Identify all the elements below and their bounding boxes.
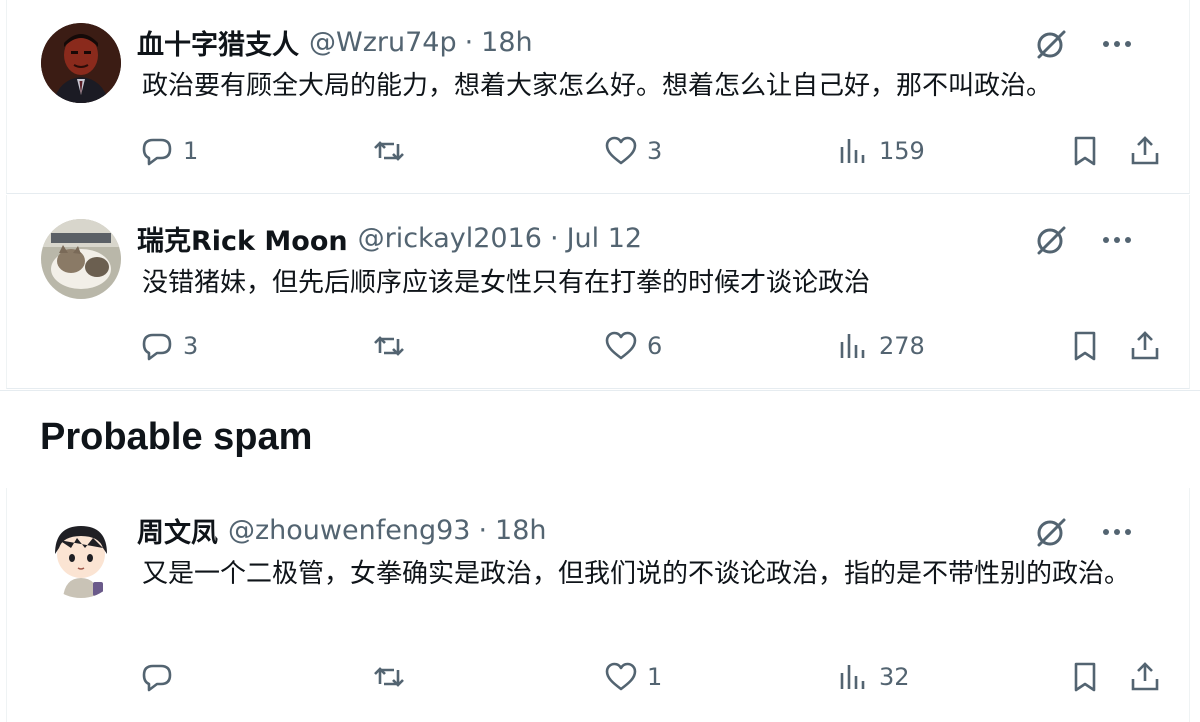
display-name[interactable]: 瑞克Rick Moon (137, 219, 348, 258)
retweet-icon (374, 141, 404, 161)
separator-dot: · (549, 222, 559, 254)
timestamp[interactable]: Jul 12 (567, 223, 643, 254)
tweet-text: 没错猪妹，但先后顺序应该是女性只有在打拳的时候才谈论政治 (142, 268, 871, 298)
share-icon (1131, 331, 1159, 360)
reply-count: 1 (183, 137, 199, 165)
grok-icon[interactable] (1033, 26, 1069, 62)
grok-icon[interactable] (1033, 222, 1069, 258)
views-icon (840, 139, 865, 163)
tweet-1[interactable]: 血十字猎支人 @Wzru74p · 18h 政治要有顾全大局的能力，想着大家怎么… (6, 0, 1190, 194)
separator-dot: · (464, 26, 474, 58)
probable-spam-heading: Probable spam (40, 416, 313, 458)
tweet-actions: 3 6 278 (137, 326, 1159, 366)
tweet-text: 又是一个二极管，女拳确实是政治，但我们说的不谈论政治，指的是不带性别的政治。 (142, 559, 1131, 589)
views-button[interactable]: 159 (835, 131, 925, 171)
handle[interactable]: @zhouwenfeng93 (228, 515, 470, 546)
reply-button[interactable]: 1 (139, 131, 198, 171)
tweet-header: 周文凤 @zhouwenfeng93 · 18h (137, 510, 1159, 550)
like-button[interactable]: 1 (603, 657, 662, 697)
bookmark-icon (1074, 136, 1096, 166)
view-count: 32 (879, 663, 910, 691)
reply-button[interactable]: 3 (139, 326, 198, 366)
tweet-actions: 1 32 (137, 657, 1159, 697)
handle[interactable]: @rickayl2016 (358, 223, 542, 254)
section-divider (0, 390, 1200, 391)
retweet-icon (374, 667, 404, 687)
views-icon (840, 665, 865, 689)
avatar-cartoon-boy-icon (41, 518, 121, 598)
reply-icon (142, 664, 172, 692)
avatar-dark-portrait-icon (41, 23, 121, 103)
view-count: 278 (879, 332, 925, 360)
bookmark-icon (1074, 662, 1096, 692)
like-icon (605, 662, 637, 691)
reply-count: 3 (183, 332, 199, 360)
like-count: 1 (647, 663, 663, 691)
more-icon[interactable] (1097, 514, 1137, 550)
avatar[interactable] (41, 23, 121, 103)
share-button[interactable] (1127, 131, 1163, 171)
reply-button[interactable] (139, 657, 183, 697)
views-button[interactable]: 32 (835, 657, 910, 697)
display-name[interactable]: 血十字猎支人 (137, 23, 299, 62)
more-icon[interactable] (1097, 222, 1137, 258)
more-icon[interactable] (1097, 26, 1137, 62)
views-icon (840, 334, 865, 358)
grok-icon[interactable] (1033, 514, 1069, 550)
share-button[interactable] (1127, 326, 1163, 366)
tweet-3[interactable]: 周文凤 @zhouwenfeng93 · 18h 又是一个二极管，女拳确实是政治… (6, 488, 1190, 722)
views-button[interactable]: 278 (835, 326, 925, 366)
separator-dot: · (478, 514, 488, 546)
tweet-text: 政治要有顾全大局的能力，想着大家怎么好。想着怎么让自己好，那不叫政治。 (142, 71, 1053, 101)
avatar-cat-icon (41, 219, 121, 299)
bookmark-button[interactable] (1067, 326, 1103, 366)
like-count: 3 (647, 137, 663, 165)
share-icon (1131, 662, 1159, 691)
timestamp[interactable]: 18h (495, 515, 546, 546)
reply-feed: 血十字猎支人 @Wzru74p · 18h 政治要有顾全大局的能力，想着大家怎么… (0, 0, 1200, 722)
share-button[interactable] (1127, 657, 1163, 697)
avatar[interactable] (41, 518, 121, 598)
retweet-button[interactable] (371, 326, 407, 366)
like-icon (605, 136, 637, 165)
tweet-2[interactable]: 瑞克Rick Moon @rickayl2016 · Jul 12 没错猪妹，但… (6, 195, 1190, 389)
tweet-header: 瑞克Rick Moon @rickayl2016 · Jul 12 (137, 218, 1159, 258)
bookmark-button[interactable] (1067, 131, 1103, 171)
retweet-icon (374, 336, 404, 356)
view-count: 159 (879, 137, 925, 165)
like-button[interactable]: 6 (603, 326, 662, 366)
reply-icon (142, 138, 172, 166)
avatar[interactable] (41, 219, 121, 299)
share-icon (1131, 136, 1159, 165)
bookmark-icon (1074, 331, 1096, 361)
like-count: 6 (647, 332, 663, 360)
timestamp[interactable]: 18h (481, 27, 532, 58)
tweet-header: 血十字猎支人 @Wzru74p · 18h (137, 22, 1159, 62)
display-name[interactable]: 周文凤 (137, 511, 218, 550)
bookmark-button[interactable] (1067, 657, 1103, 697)
like-button[interactable]: 3 (603, 131, 662, 171)
reply-icon (142, 333, 172, 361)
retweet-button[interactable] (371, 131, 407, 171)
handle[interactable]: @Wzru74p (309, 27, 457, 58)
like-icon (605, 331, 637, 360)
retweet-button[interactable] (371, 657, 407, 697)
tweet-actions: 1 3 159 (137, 131, 1159, 171)
